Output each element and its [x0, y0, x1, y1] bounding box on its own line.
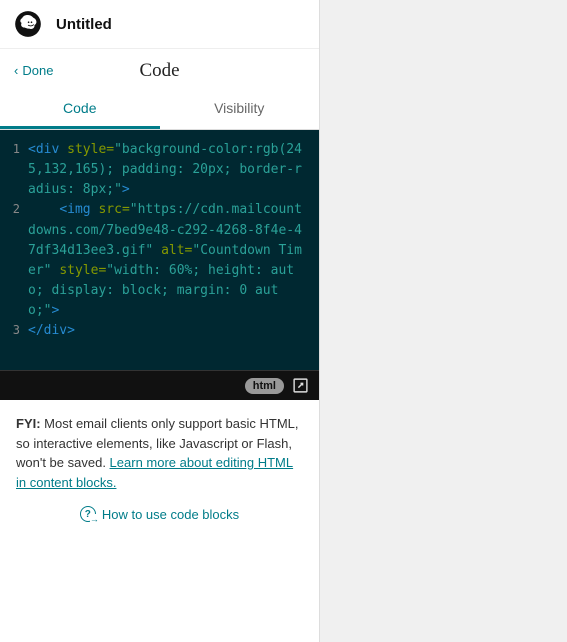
- howto-label: How to use code blocks: [102, 507, 239, 522]
- help-arrow-icon: ?: [80, 506, 96, 522]
- code-footer: html: [0, 370, 319, 400]
- preview-panel: [320, 0, 567, 642]
- done-button[interactable]: ‹ Done: [14, 63, 53, 78]
- fyi-notice: FYI: Most email clients only support bas…: [0, 400, 319, 500]
- tabs: Code Visibility: [0, 88, 319, 130]
- html-badge: html: [245, 378, 284, 394]
- fyi-label: FYI:: [16, 416, 41, 431]
- line-number: 3: [4, 321, 20, 340]
- line-number: 1: [4, 140, 20, 159]
- panel-title: Code: [139, 60, 179, 82]
- tab-code[interactable]: Code: [0, 88, 160, 129]
- done-label: Done: [22, 63, 53, 78]
- line-content: </div>: [28, 321, 309, 341]
- line-content: <img src="https://cdn.mailcountdowns.com…: [28, 200, 309, 321]
- code-line: 1 <div style="background-color:rgb(245,13…: [4, 140, 309, 200]
- line-number: 2: [4, 200, 20, 219]
- mailchimp-logo-icon: [14, 10, 42, 38]
- document-title[interactable]: Untitled: [56, 16, 112, 33]
- howto-link[interactable]: ? How to use code blocks: [80, 506, 239, 522]
- editor-panel: Untitled ‹ Done Code Code Visibility 1 <d…: [0, 0, 320, 642]
- code-editor[interactable]: 1 <div style="background-color:rgb(245,13…: [0, 130, 319, 370]
- tab-visibility[interactable]: Visibility: [160, 88, 320, 129]
- howto-row: ? How to use code blocks: [0, 500, 319, 536]
- fullscreen-icon[interactable]: [292, 377, 309, 394]
- code-line: 3 </div>: [4, 321, 309, 341]
- chevron-left-icon: ‹: [14, 64, 18, 77]
- app-header: Untitled: [0, 0, 319, 49]
- line-content: <div style="background-color:rgb(245,132…: [28, 140, 309, 200]
- panel-subheader: ‹ Done Code: [0, 63, 319, 88]
- code-line: 2 <img src="https://cdn.mailcountdowns.c…: [4, 200, 309, 321]
